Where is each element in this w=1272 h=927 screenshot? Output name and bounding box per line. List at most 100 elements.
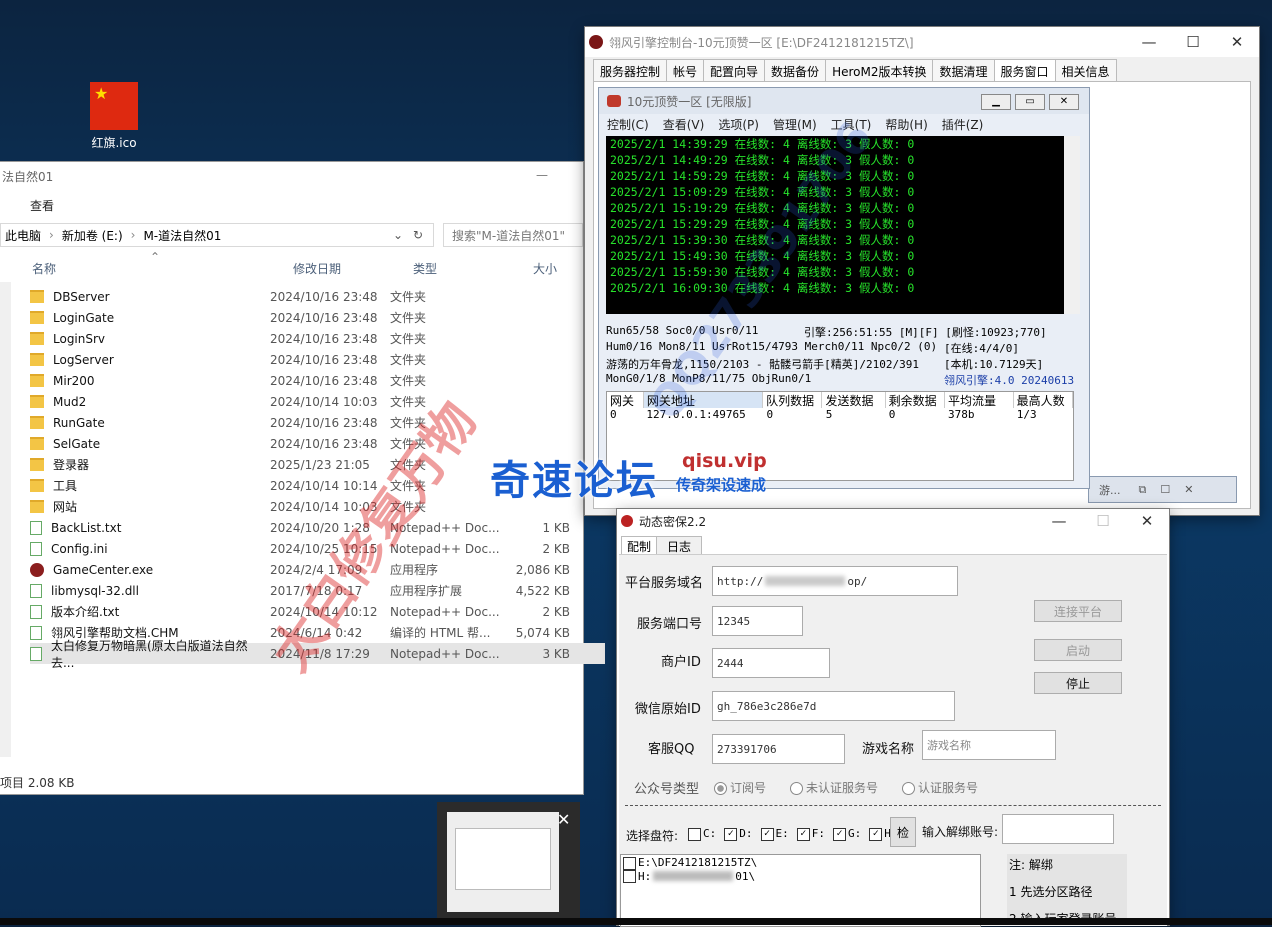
grid-col-6[interactable]: 最高人数 bbox=[1014, 392, 1073, 408]
folder-icon bbox=[30, 458, 44, 471]
radio-subscription[interactable]: 订阅号 bbox=[714, 779, 766, 796]
file-icon bbox=[30, 604, 42, 619]
list-item[interactable]: Mud2 2024/10/14 10:03 文件夹 bbox=[30, 391, 605, 412]
dyn-titlebar: 动态密保2.2 — ☐ ✕ bbox=[617, 509, 1169, 533]
ribbon-view-tab[interactable]: 查看 bbox=[30, 197, 54, 214]
list-item[interactable]: H: 01\ bbox=[623, 869, 980, 883]
tab-engine-6[interactable]: 服务窗口 bbox=[993, 59, 1056, 81]
game-name-input[interactable]: 游戏名称 bbox=[922, 730, 1056, 760]
taskbar-thumbnail[interactable]: ✕ bbox=[437, 802, 580, 918]
close-icon[interactable]: ✕ bbox=[1184, 483, 1193, 496]
menu-item-6[interactable]: 插件(Z) bbox=[942, 116, 984, 133]
start-button[interactable]: 启动 bbox=[1034, 639, 1122, 661]
list-item[interactable]: LoginSrv 2024/10/16 23:48 文件夹 bbox=[30, 328, 605, 349]
checkbox-icon: ✓ bbox=[760, 827, 774, 841]
grid-col-3[interactable]: 发送数据 bbox=[822, 392, 886, 408]
maximize-icon: ☐ bbox=[1096, 512, 1110, 530]
refresh-icon[interactable]: ↻ bbox=[413, 228, 423, 242]
menu-item-1[interactable]: 查看(V) bbox=[663, 116, 705, 133]
menu-item-3[interactable]: 管理(M) bbox=[773, 116, 817, 133]
tab-engine-2[interactable]: 配置向导 bbox=[703, 59, 766, 81]
minimize-icon[interactable]: ▁ bbox=[981, 94, 1011, 110]
engine-logo-icon bbox=[589, 35, 603, 49]
tab-engine-4[interactable]: HeroM2版本转换 bbox=[825, 59, 934, 81]
tab-log[interactable]: 日志 bbox=[656, 536, 703, 556]
col-size[interactable]: 大小 bbox=[533, 260, 557, 277]
merchant-input[interactable]: 2444 bbox=[712, 648, 830, 678]
domain-input[interactable]: http:// op/ bbox=[712, 566, 958, 596]
check-button[interactable]: 检 bbox=[890, 817, 916, 847]
folder-icon bbox=[30, 395, 44, 408]
tab-engine-3[interactable]: 数据备份 bbox=[764, 59, 827, 81]
list-item[interactable]: LogServer 2024/10/16 23:48 文件夹 bbox=[30, 349, 605, 370]
tab-engine-1[interactable]: 帐号 bbox=[666, 59, 705, 81]
connect-platform-button[interactable]: 连接平台 bbox=[1034, 600, 1122, 622]
close-icon[interactable]: ✕ bbox=[1215, 27, 1259, 57]
file-name: SelGate bbox=[53, 436, 101, 451]
tab-config[interactable]: 配制 bbox=[621, 536, 658, 556]
tab-engine-5[interactable]: 数据清理 bbox=[932, 59, 995, 81]
grid-col-2[interactable]: 队列数据 bbox=[763, 392, 823, 408]
close-icon[interactable]: ✕ bbox=[1125, 509, 1169, 533]
grid-col-4[interactable]: 剩余数据 bbox=[886, 392, 945, 408]
qq-input[interactable]: 273391706 bbox=[712, 734, 845, 764]
radio-unverified[interactable]: 未认证服务号 bbox=[790, 779, 878, 796]
desktop-icon-redflag[interactable]: ★ 红旗.ico bbox=[82, 80, 146, 151]
list-item[interactable]: Mir200 2024/10/16 23:48 文件夹 bbox=[30, 370, 605, 391]
breadcrumb-folder[interactable]: M-道法自然01 bbox=[143, 227, 221, 244]
list-item[interactable]: RunGate 2024/10/16 23:48 文件夹 bbox=[30, 412, 605, 433]
close-icon[interactable]: ✕ bbox=[557, 810, 570, 829]
minimize-icon[interactable]: — bbox=[1037, 509, 1081, 533]
minimize-icon[interactable]: — bbox=[1127, 27, 1171, 57]
tab-engine-7[interactable]: 相关信息 bbox=[1054, 59, 1117, 81]
maximize-icon[interactable]: ▭ bbox=[1015, 94, 1045, 110]
close-icon[interactable]: ✕ bbox=[1049, 94, 1079, 110]
address-bar[interactable]: 此电脑 › 新加卷 (E:) › M-道法自然01 ⌄ ↻ bbox=[0, 223, 434, 247]
radio-verified[interactable]: 认证服务号 bbox=[902, 779, 978, 796]
drive-checkbox-4[interactable]: ✓ G: bbox=[833, 827, 861, 841]
left-scrollbar[interactable] bbox=[0, 282, 11, 757]
watermark-url: qisu.vip bbox=[682, 450, 767, 472]
menu-item-2[interactable]: 选项(P) bbox=[718, 116, 759, 133]
search-input[interactable]: 搜索"M-道法自然01" bbox=[443, 223, 583, 247]
drive-checkbox-2[interactable]: ✓ E: bbox=[760, 827, 789, 841]
col-date[interactable]: 修改日期 bbox=[293, 260, 341, 277]
menu-item-5[interactable]: 帮助(H) bbox=[885, 116, 927, 133]
minimize-icon[interactable]: — bbox=[536, 168, 548, 182]
list-item[interactable]: BackList.txt 2024/10/20 1:28 Notepad++ Doc… bbox=[30, 517, 605, 538]
chevron-down-icon[interactable]: ⌄ bbox=[393, 228, 403, 242]
label-unbind: 输入解绑账号: bbox=[922, 825, 999, 839]
log-scrollbar[interactable] bbox=[1064, 136, 1080, 314]
breadcrumb-pc[interactable]: 此电脑 bbox=[5, 227, 41, 244]
stop-button[interactable]: 停止 bbox=[1034, 672, 1122, 694]
restore-icon[interactable]: ⧉ bbox=[1139, 483, 1147, 497]
m2-titlebar: 10元顶赞一区 [无限版] ▁ ▭ ✕ bbox=[599, 88, 1089, 114]
file-date: 2024/10/16 23:48 bbox=[270, 436, 378, 451]
grid-col-5[interactable]: 平均流量 bbox=[945, 392, 1014, 408]
grid-col-0[interactable]: 网关 bbox=[607, 392, 644, 408]
file-size: 2 KB bbox=[542, 604, 570, 619]
drive-checkboxes: C:✓D:✓E:✓F:✓G:✓H: bbox=[688, 827, 898, 841]
file-type: Notepad++ Doc... bbox=[390, 604, 500, 619]
port-input[interactable]: 12345 bbox=[712, 606, 803, 636]
drive-checkbox-0[interactable]: C: bbox=[688, 827, 716, 841]
grid-cell: 0 bbox=[610, 408, 617, 421]
file-size: 3 KB bbox=[542, 646, 570, 661]
drive-checkbox-1[interactable]: ✓ D: bbox=[724, 827, 753, 841]
breadcrumb-drive[interactable]: 新加卷 (E:) bbox=[62, 227, 123, 244]
list-item[interactable]: E:\DF2412181215TZ\ bbox=[623, 856, 980, 870]
wechat-input[interactable]: gh_786e3c286e7d bbox=[712, 691, 955, 721]
menu-item-0[interactable]: 控制(C) bbox=[607, 116, 649, 133]
tab-engine-0[interactable]: 服务器控制 bbox=[593, 59, 668, 81]
maximize-icon[interactable]: ☐ bbox=[1160, 483, 1170, 496]
drive-checkbox-3[interactable]: ✓ F: bbox=[796, 827, 825, 841]
list-item[interactable]: DBServer 2024/10/16 23:48 文件夹 bbox=[30, 286, 605, 307]
col-type[interactable]: 类型 bbox=[413, 260, 437, 277]
maximize-icon[interactable]: ☐ bbox=[1171, 27, 1215, 57]
list-item[interactable]: LoginGate 2024/10/16 23:48 文件夹 bbox=[30, 307, 605, 328]
divider bbox=[625, 805, 1161, 806]
unbind-account-input[interactable] bbox=[1002, 814, 1114, 844]
file-type: 编译的 HTML 帮... bbox=[390, 626, 491, 640]
minimized-window-bar[interactable]: 游... ⧉ ☐ ✕ bbox=[1089, 477, 1236, 502]
col-name[interactable]: 名称 bbox=[32, 260, 56, 277]
